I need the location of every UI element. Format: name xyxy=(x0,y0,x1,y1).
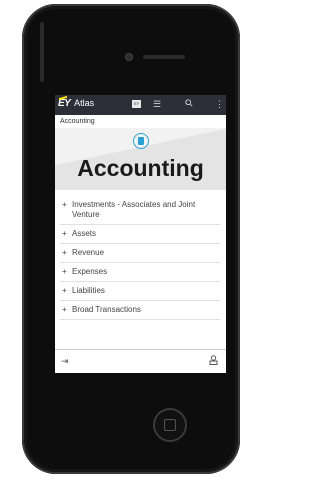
plus-icon: + xyxy=(62,267,67,276)
app-logo[interactable]: EY Atlas xyxy=(58,98,94,109)
brand-mark: EY xyxy=(58,98,71,109)
camera xyxy=(125,53,133,61)
list-item[interactable]: + Assets xyxy=(60,225,220,244)
topic-list: + Investments - Associates and Joint Vent… xyxy=(60,196,220,320)
list-item[interactable]: + Investments - Associates and Joint Vent… xyxy=(60,196,220,225)
plus-icon: + xyxy=(62,248,67,257)
list-item[interactable]: + Revenue xyxy=(60,244,220,263)
plus-icon: + xyxy=(62,305,67,314)
list-item-label: Expenses xyxy=(72,267,108,276)
phone-side-button xyxy=(40,22,44,82)
plus-icon: + xyxy=(62,286,67,295)
ey-badge-icon[interactable]: EY xyxy=(132,100,141,108)
list-icon[interactable]: ☰ xyxy=(153,99,161,110)
hero-banner: Accounting xyxy=(55,128,226,190)
home-button[interactable] xyxy=(153,408,187,442)
bottom-bar: ⇥ xyxy=(55,349,226,373)
plus-icon: + xyxy=(62,200,67,209)
list-item[interactable]: + Expenses xyxy=(60,263,220,282)
home-square xyxy=(164,419,176,431)
list-item[interactable]: + Liabilities xyxy=(60,282,220,301)
more-vertical-icon[interactable]: ⋮ xyxy=(215,99,224,110)
breadcrumb[interactable]: Accounting xyxy=(60,118,95,125)
top-bar: EY Atlas EY ☰ ⋮ xyxy=(55,95,226,115)
list-item-label: Broad Transactions xyxy=(72,305,141,314)
list-item-label: Investments - Associates and Joint Ventu… xyxy=(72,200,196,219)
list-item[interactable]: + Broad Transactions xyxy=(60,301,220,320)
list-item-label: Liabilities xyxy=(72,286,105,295)
page-title: Accounting xyxy=(77,155,204,181)
app-screen: EY Atlas EY ☰ ⋮ Accounting Accounting + I… xyxy=(55,95,226,373)
calculator-icon xyxy=(133,133,149,149)
list-item-label: Revenue xyxy=(72,248,105,257)
plus-icon: + xyxy=(62,229,67,238)
list-item-label: Assets xyxy=(72,229,97,238)
user-icon[interactable] xyxy=(209,355,218,368)
app-name: Atlas xyxy=(74,98,95,108)
speaker xyxy=(143,55,185,59)
search-icon[interactable] xyxy=(185,99,193,109)
sign-in-icon[interactable]: ⇥ xyxy=(61,356,69,367)
